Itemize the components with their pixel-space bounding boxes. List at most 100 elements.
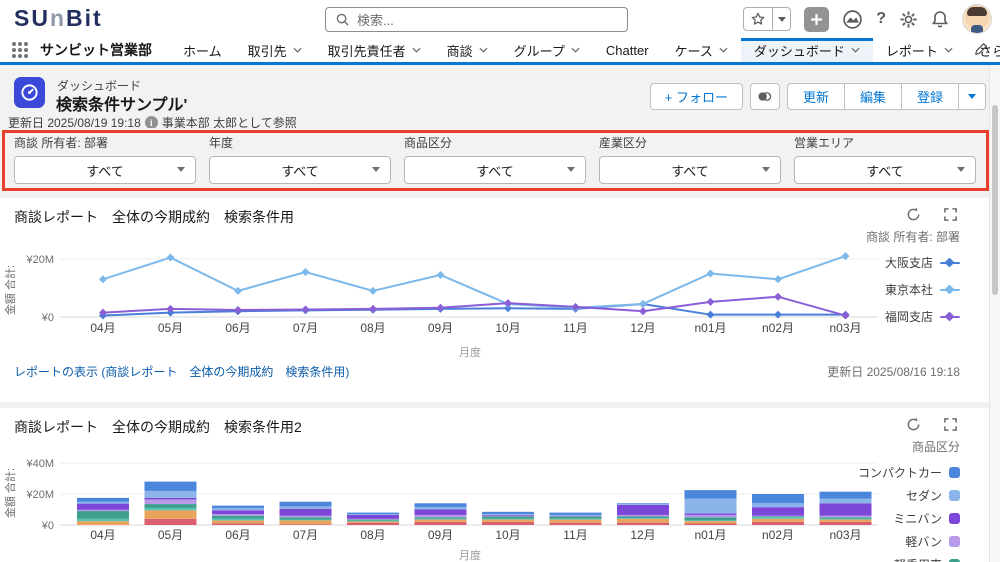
- bar-segment[interactable]: [144, 518, 197, 525]
- filter-dropdown[interactable]: すべて: [209, 156, 391, 184]
- legend-item-東京本社[interactable]: 東京本社: [866, 281, 960, 298]
- bar-segment[interactable]: [347, 512, 399, 515]
- subscribe-button[interactable]: 登録: [902, 84, 959, 109]
- filter-dropdown[interactable]: すべて: [794, 156, 976, 184]
- bar-segment[interactable]: [752, 518, 804, 522]
- bar-segment[interactable]: [549, 512, 602, 515]
- bar-segment[interactable]: [549, 522, 602, 525]
- bar-segment[interactable]: [549, 519, 602, 523]
- bar-segment[interactable]: [212, 514, 264, 516]
- bar-segment[interactable]: [77, 509, 129, 512]
- bar-segment[interactable]: [549, 514, 602, 516]
- data-point[interactable]: [841, 311, 850, 320]
- bar-segment[interactable]: [212, 510, 264, 515]
- favorites-dropdown-button[interactable]: [773, 7, 792, 31]
- bar-segment[interactable]: [347, 522, 399, 525]
- data-point[interactable]: [436, 303, 445, 312]
- bar-segment[interactable]: [482, 519, 534, 522]
- edit-button[interactable]: 編集: [845, 84, 902, 109]
- bar-segment[interactable]: [482, 514, 534, 515]
- bar-segment[interactable]: [77, 521, 129, 525]
- bar-segment[interactable]: [347, 514, 399, 519]
- legend-item-軽乗用車[interactable]: 軽乗用車: [858, 556, 960, 562]
- favorite-star-button[interactable]: [743, 7, 774, 31]
- legend-item-軽バン[interactable]: 軽バン: [858, 533, 960, 550]
- collaboration-icon-button[interactable]: [749, 83, 780, 110]
- bar-segment[interactable]: [752, 494, 804, 504]
- bar-segment[interactable]: [617, 504, 669, 505]
- bar-segment[interactable]: [414, 518, 467, 520]
- filter-dropdown[interactable]: すべて: [404, 156, 586, 184]
- data-point[interactable]: [436, 270, 445, 279]
- bar-segment[interactable]: [684, 521, 737, 524]
- setup-gear-icon[interactable]: [899, 10, 918, 29]
- bar-segment[interactable]: [279, 515, 332, 518]
- refresh-button[interactable]: 更新: [788, 84, 845, 109]
- data-point[interactable]: [166, 253, 175, 262]
- vertical-scrollbar[interactable]: [989, 65, 1000, 562]
- legend-item-福岡支店[interactable]: 福岡支店: [866, 308, 960, 325]
- data-point[interactable]: [504, 299, 512, 308]
- bar-segment[interactable]: [549, 518, 602, 520]
- nav-tab-商談[interactable]: 商談: [434, 38, 501, 62]
- bar-segment[interactable]: [752, 517, 804, 519]
- bar-segment[interactable]: [212, 518, 264, 521]
- bar-segment[interactable]: [414, 521, 467, 525]
- bar-segment[interactable]: [144, 490, 197, 498]
- bar-segment[interactable]: [414, 507, 467, 510]
- bar-segment[interactable]: [212, 505, 264, 508]
- view-report-link[interactable]: レポートの表示 (商談レポート 全体の今期成約 検索条件用): [14, 363, 349, 380]
- bar-segment[interactable]: [482, 515, 534, 517]
- bar-segment[interactable]: [414, 519, 467, 522]
- data-point[interactable]: [301, 305, 310, 314]
- nav-tab-Chatter[interactable]: Chatter: [593, 38, 662, 62]
- bar-segment[interactable]: [482, 518, 534, 520]
- data-point[interactable]: [774, 275, 782, 284]
- bar-segment[interactable]: [414, 509, 467, 515]
- bar-segment[interactable]: [279, 524, 332, 525]
- nav-tab-ダッシュボード[interactable]: ダッシュボード: [740, 38, 873, 62]
- bar-segment[interactable]: [144, 504, 197, 508]
- filter-dropdown[interactable]: すべて: [14, 156, 196, 184]
- bar-segment[interactable]: [684, 490, 737, 499]
- notifications-bell-icon[interactable]: [931, 10, 949, 29]
- bar-segment[interactable]: [482, 521, 534, 525]
- data-point[interactable]: [639, 299, 647, 308]
- data-point[interactable]: [706, 297, 715, 306]
- legend-item-コンパクトカー[interactable]: コンパクトカー: [858, 464, 960, 481]
- bar-segment[interactable]: [414, 503, 467, 508]
- bar-segment[interactable]: [347, 514, 399, 515]
- bar-segment[interactable]: [617, 504, 669, 515]
- follow-button[interactable]: + フォロー: [649, 83, 743, 110]
- bar-segment[interactable]: [752, 507, 804, 516]
- global-search-input[interactable]: 検索...: [325, 7, 628, 32]
- bar-segment[interactable]: [347, 518, 399, 520]
- data-point[interactable]: [774, 292, 782, 301]
- bar-segment[interactable]: [77, 497, 129, 502]
- bar-segment[interactable]: [347, 519, 399, 521]
- bar-segment[interactable]: [752, 521, 804, 525]
- bar-segment[interactable]: [279, 508, 332, 516]
- nav-tab-取引先責任者[interactable]: 取引先責任者: [315, 38, 434, 62]
- bar-segment[interactable]: [617, 522, 669, 525]
- scrollbar-thumb[interactable]: [992, 105, 998, 295]
- bar-segment[interactable]: [482, 514, 534, 516]
- legend-item-ミニバン[interactable]: ミニバン: [858, 510, 960, 527]
- data-point[interactable]: [234, 286, 242, 295]
- bar-segment[interactable]: [617, 518, 669, 519]
- bar-segment[interactable]: [144, 497, 197, 500]
- more-actions-dropdown[interactable]: [959, 84, 985, 109]
- bar-segment[interactable]: [347, 521, 399, 523]
- bar-segment[interactable]: [414, 514, 467, 518]
- bar-segment[interactable]: [212, 515, 264, 519]
- app-launcher-waffle-icon[interactable]: [12, 42, 28, 58]
- bar-segment[interactable]: [77, 511, 129, 519]
- bar-segment[interactable]: [617, 518, 669, 523]
- bar-segment[interactable]: [77, 501, 129, 504]
- legend-item-セダン[interactable]: セダン: [858, 487, 960, 504]
- bar-segment[interactable]: [77, 503, 129, 510]
- bar-segment[interactable]: [212, 520, 264, 524]
- data-point[interactable]: [369, 286, 377, 295]
- data-point[interactable]: [706, 269, 715, 278]
- bar-segment[interactable]: [414, 517, 467, 519]
